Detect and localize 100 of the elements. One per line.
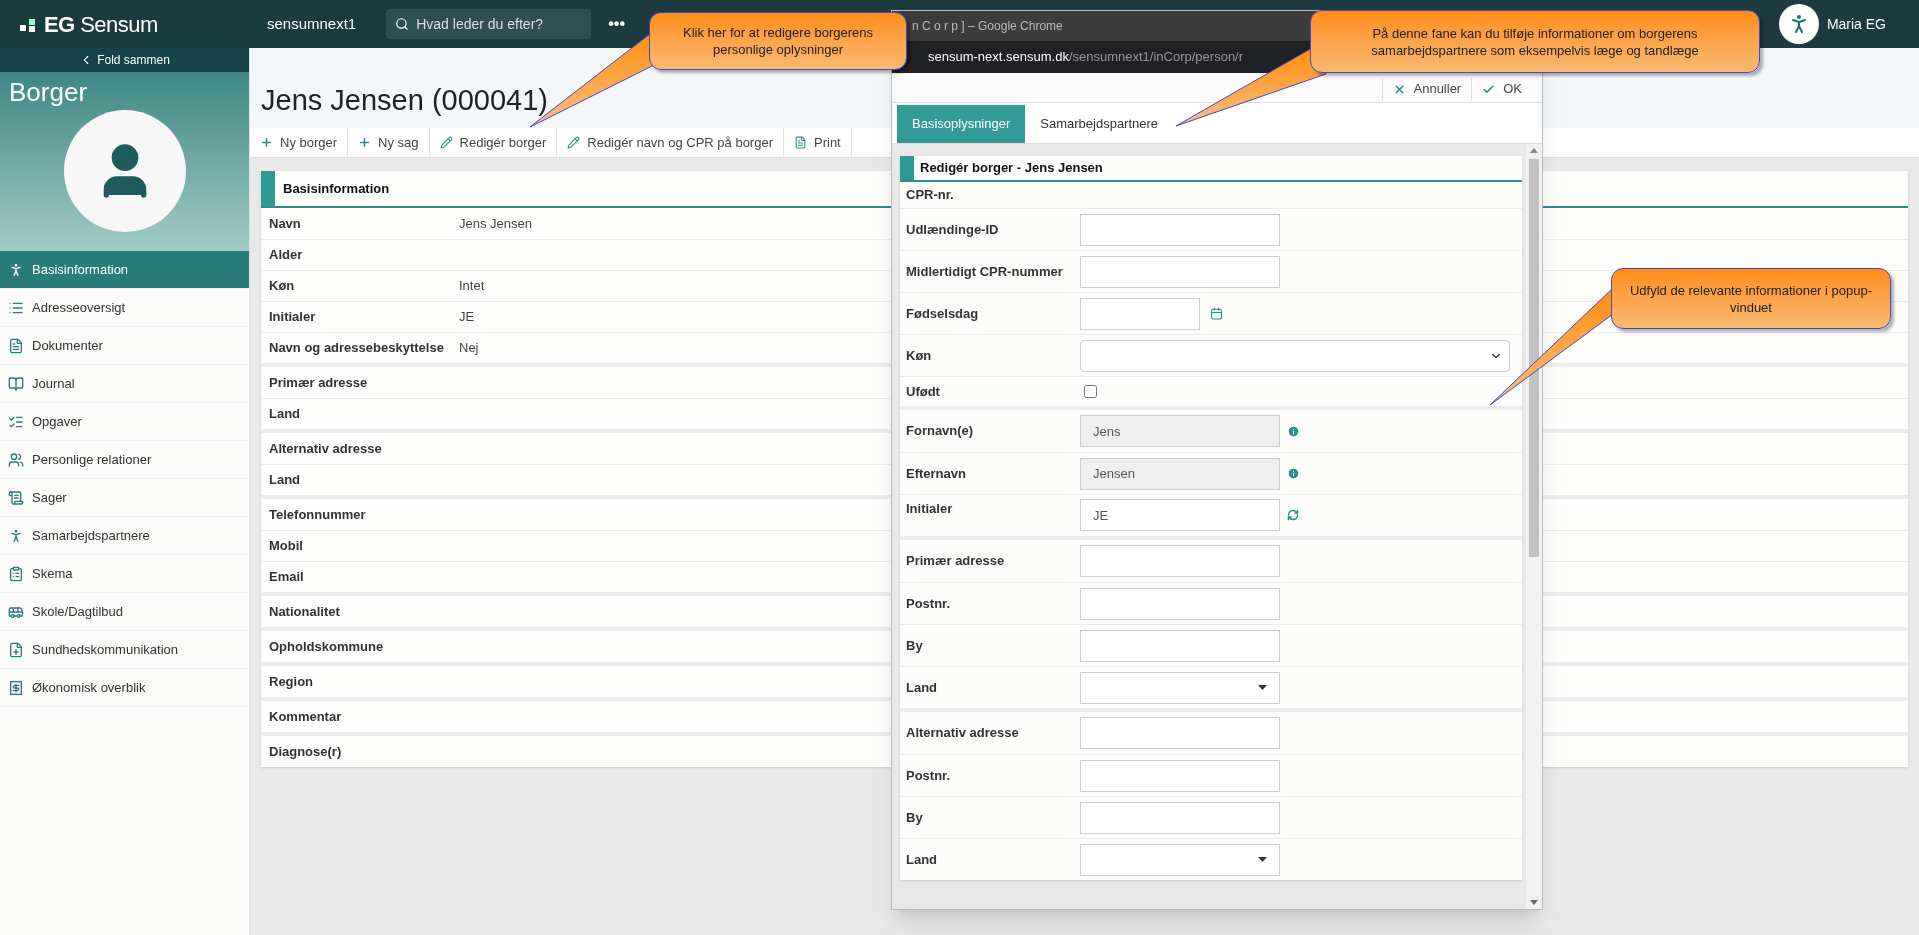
search-icon xyxy=(395,17,410,31)
info-icon[interactable] xyxy=(1287,424,1300,438)
more-button[interactable]: ••• xyxy=(608,12,626,36)
callout: På denne fane kan du tilføje informationer om borgerens samarbejdspartnere som eksempelvis læge og tandlæge xyxy=(1310,10,1760,73)
input-field[interactable] xyxy=(1080,801,1280,834)
toolbar-button[interactable]: Print xyxy=(784,128,852,157)
url-text: sensum-next.sensum.dk/sensumnext1/inCorp/person/r xyxy=(928,48,1244,67)
field-label: Primær adresse xyxy=(905,552,1006,571)
receipt-icon xyxy=(8,679,24,696)
nav-item[interactable]: Basisinformation xyxy=(0,251,249,289)
field-label: Land xyxy=(268,405,302,424)
input-field[interactable] xyxy=(1080,629,1280,662)
field-label: Kommentar xyxy=(268,707,343,726)
collapse-button[interactable]: Fold sammen xyxy=(0,48,249,72)
field-label: CPR-nr. xyxy=(905,186,955,205)
action-button[interactable]: OK xyxy=(1471,78,1532,100)
form-title: Redigér borger - Jens Jensen xyxy=(920,159,1103,178)
caret-icon xyxy=(1258,685,1267,690)
field-label: Telefonnummer xyxy=(268,505,367,524)
input-field[interactable] xyxy=(1080,213,1280,246)
person-icon xyxy=(8,261,24,278)
toolbar-button[interactable]: Redigér navn og CPR på borger xyxy=(557,128,784,157)
field-label: Ufødt xyxy=(905,382,941,401)
field-value: JE xyxy=(459,308,475,327)
input-field[interactable]: JE xyxy=(1080,499,1280,531)
field-label: By xyxy=(905,808,924,827)
card-title: Basisinformation xyxy=(283,179,390,198)
scrollbar[interactable] xyxy=(1526,144,1542,909)
select-field[interactable] xyxy=(1080,843,1280,876)
field-label: Midlertidigt CPR-nummer xyxy=(905,262,1064,281)
nav-item[interactable]: Opgaver xyxy=(0,403,249,441)
field-label: Fornavn(e) xyxy=(905,422,975,441)
select-field[interactable] xyxy=(1080,339,1510,372)
field-label: Alternativ adresse xyxy=(268,439,383,458)
field-label: Opholdskommune xyxy=(268,637,385,656)
scrollbar-thumb[interactable] xyxy=(1529,159,1539,557)
checkbox[interactable] xyxy=(1084,385,1097,398)
caret-icon xyxy=(1258,857,1267,862)
person-icon xyxy=(8,527,24,544)
nav-item[interactable]: Personlige relationer xyxy=(0,441,249,479)
document-plus-icon xyxy=(8,641,24,658)
nav-item[interactable]: Skole/Dagtilbud xyxy=(0,593,249,631)
field-label: Fødselsdag xyxy=(905,304,980,323)
scroll-up-icon[interactable] xyxy=(1530,148,1538,153)
info-icon[interactable] xyxy=(1287,467,1300,480)
toolbar-button[interactable]: Redigér borger xyxy=(429,128,558,157)
field-label: Land xyxy=(268,471,302,490)
pencil-icon xyxy=(567,136,581,149)
action-button[interactable]: Annuller xyxy=(1381,78,1472,100)
clipboard-icon xyxy=(8,565,24,582)
input-field[interactable] xyxy=(1080,255,1280,288)
field-label: Mobil xyxy=(268,537,304,556)
nav-item[interactable]: Samarbejdspartnere xyxy=(0,517,249,555)
scroll-down-icon[interactable] xyxy=(1530,900,1538,905)
input-field[interactable] xyxy=(1080,759,1280,792)
field-label: Efternavn xyxy=(905,464,967,483)
toolbar-button[interactable]: Ny sag xyxy=(348,128,430,157)
nav-item[interactable]: Sager xyxy=(0,479,249,517)
logo-icon xyxy=(20,16,36,32)
document-icon xyxy=(8,337,24,354)
input-field[interactable]: Jensen xyxy=(1080,457,1280,490)
input-field[interactable] xyxy=(1080,717,1280,749)
input-field[interactable] xyxy=(1080,545,1280,577)
user-name[interactable]: Maria EG xyxy=(1826,13,1886,35)
page-title: Jens Jensen (000041) xyxy=(261,82,548,118)
field-label: Diagnose(r) xyxy=(268,742,343,761)
field-label: Region xyxy=(268,672,315,691)
select-field[interactable] xyxy=(1080,671,1280,704)
workspace-name[interactable]: sensumnext1 xyxy=(267,12,357,36)
field-label: Alternativ adresse xyxy=(905,724,1020,743)
pencil-icon xyxy=(439,136,453,149)
search-field[interactable]: Hvad leder du efter? xyxy=(386,9,592,39)
field-value: Intet xyxy=(459,277,485,296)
field-label: Land xyxy=(905,850,939,869)
people-icon xyxy=(8,451,24,468)
nav-item[interactable]: Økonomisk overblik xyxy=(0,669,249,707)
scroll-icon xyxy=(8,489,24,506)
date-field[interactable] xyxy=(1080,297,1200,330)
nav-item[interactable]: Sundhedskommunikation xyxy=(0,631,249,669)
nav-item[interactable]: Journal xyxy=(0,365,249,403)
input-field[interactable]: Jens xyxy=(1080,415,1280,447)
field-label: Postnr. xyxy=(905,594,952,613)
calendar-icon[interactable] xyxy=(1210,307,1223,320)
field-label: By xyxy=(905,636,924,655)
input-field[interactable] xyxy=(1080,587,1280,620)
field-label: Køn xyxy=(905,346,933,365)
plus-icon xyxy=(358,136,372,149)
field-label: Initialer xyxy=(268,308,317,327)
field-label: Udlændinge-ID xyxy=(905,220,1000,239)
nav-item[interactable]: Adresseoversigt xyxy=(0,289,249,327)
plus-icon xyxy=(260,136,273,149)
nav-item[interactable]: Skema xyxy=(0,555,249,593)
toolbar-button[interactable]: Ny borger xyxy=(250,128,349,157)
field-label: Postnr. xyxy=(905,766,952,785)
tab[interactable]: Samarbejdspartnere xyxy=(1025,105,1174,143)
app-logo[interactable]: EG Sensum xyxy=(44,7,158,41)
avatar[interactable] xyxy=(1778,4,1819,44)
book-icon xyxy=(8,375,24,392)
refresh-icon[interactable] xyxy=(1287,509,1299,521)
nav-item[interactable]: Dokumenter xyxy=(0,327,249,365)
